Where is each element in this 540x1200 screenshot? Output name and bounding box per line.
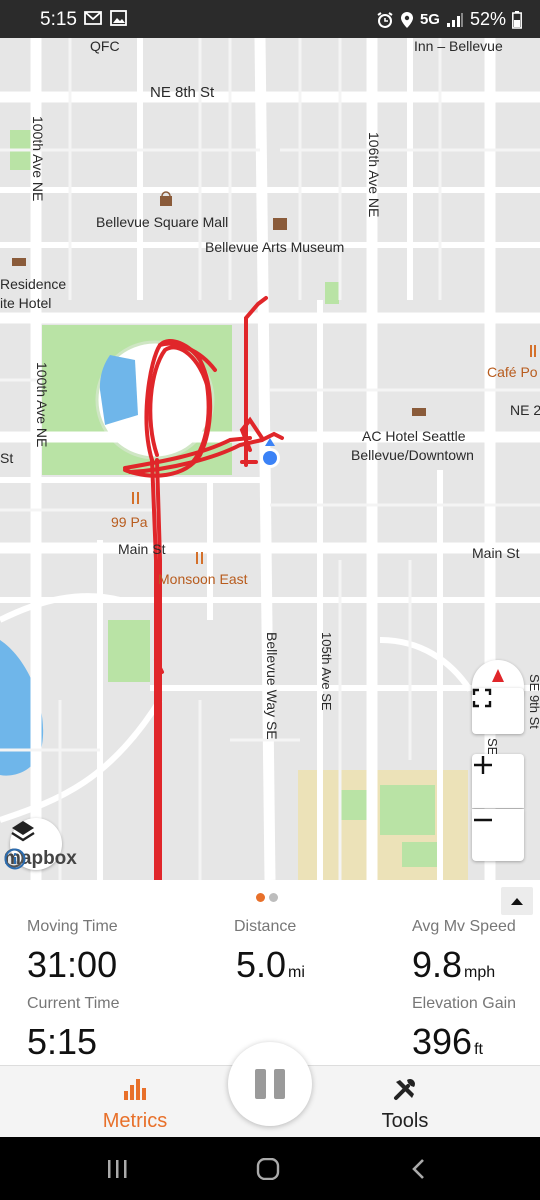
status-time: 5:15	[40, 9, 77, 30]
pause-icon-bar	[274, 1069, 285, 1099]
map-label-ne-2: NE 2	[510, 402, 540, 418]
map-label-105th-ave: 105th Ave SE	[319, 632, 334, 711]
map-label-inn: Inn – Bellevue	[414, 38, 503, 54]
current-time-value: 5:15	[27, 1021, 98, 1062]
pause-icon	[255, 1069, 266, 1099]
map-label-bellevue-way: Bellevue Way SE	[264, 632, 280, 740]
map-label-100th-ave: 100th Ave NE	[30, 116, 46, 202]
restaurant-icon	[530, 345, 536, 357]
pause-button[interactable]	[228, 1042, 312, 1126]
tools-icon	[394, 1079, 415, 1100]
museum-icon	[273, 218, 287, 230]
hotel-icon	[12, 258, 26, 266]
map-label-arts-museum: Bellevue Arts Museum	[205, 239, 345, 255]
map-view[interactable]: QFC Inn – Bellevue NE 8th St 100th Ave N…	[0, 38, 540, 880]
layers-icon	[11, 821, 35, 842]
avg-speed-metric: 9.8 mph	[412, 944, 495, 986]
map-label-ac-hotel-sub: Bellevue/Downtown	[351, 447, 474, 463]
avg-speed-label: Avg Mv Speed	[412, 918, 516, 935]
avg-speed-value: 9.8	[412, 944, 463, 985]
map-label-bellevue-square: Bellevue Square Mall	[96, 214, 229, 230]
alarm-icon	[377, 11, 393, 28]
page-dot	[269, 893, 278, 902]
status-bar: 5:15 5G 52%	[0, 0, 540, 38]
map-label-100th-ave-south: 100th Ave NE	[34, 362, 50, 448]
restaurant-icon	[196, 552, 203, 564]
network-type: 5G	[419, 11, 440, 28]
hotel-icon	[412, 408, 426, 416]
battery-icon	[512, 10, 522, 29]
bar-chart-icon	[124, 1079, 146, 1100]
back-icon[interactable]	[410, 1158, 426, 1180]
elevation-gain-value: 396	[412, 1021, 473, 1062]
caret-up-icon	[511, 898, 523, 905]
map-label-se-9th: SE 9th St	[527, 674, 540, 729]
avg-speed-unit: mph	[464, 964, 496, 981]
map-attribution: mapbox	[4, 848, 77, 870]
moving-time-label: Moving Time	[27, 918, 118, 935]
page-dot-active	[256, 893, 265, 902]
fullscreen-button[interactable]	[472, 688, 524, 734]
zoom-out-button[interactable]	[472, 809, 524, 861]
map-label-st: St	[0, 450, 14, 466]
park-area	[108, 620, 150, 682]
map-label-99-park: 99 Pa	[111, 514, 148, 530]
home-icon[interactable]	[256, 1158, 280, 1180]
map-label-monsoon: Monsoon East	[158, 571, 248, 587]
recent-apps-icon[interactable]	[106, 1159, 128, 1179]
map-label-qfc: QFC	[90, 38, 120, 54]
plus-icon	[474, 756, 492, 774]
elevation-gain-label: Elevation Gain	[412, 995, 517, 1012]
page-indicator[interactable]	[256, 893, 278, 902]
elevation-gain-unit: ft	[474, 1041, 483, 1058]
tab-tools[interactable]: Tools	[320, 1066, 490, 1138]
tab-metrics-label: Metrics	[102, 1110, 168, 1132]
map-label-ne-8th: NE 8th St	[150, 84, 215, 101]
map-label-residence-hotel: ite Hotel	[0, 295, 52, 311]
mail-icon	[84, 11, 102, 25]
distance-unit: mi	[288, 964, 305, 981]
moving-time-value: 31:00	[27, 944, 118, 985]
current-time-label: Current Time	[27, 995, 120, 1012]
distance-label: Distance	[234, 918, 297, 935]
map-label-residence: Residence	[0, 276, 67, 292]
map-label-cafe: Café Po	[487, 364, 538, 380]
shopping-bag-icon	[160, 191, 172, 206]
location-icon	[400, 11, 413, 28]
pond	[99, 355, 138, 425]
tab-metrics[interactable]: Metrics	[50, 1066, 220, 1138]
map-label-ac-hotel: AC Hotel Seattle	[362, 428, 466, 444]
info-icon[interactable]	[4, 848, 26, 870]
zoom-in-button[interactable]	[472, 754, 524, 808]
map-label-main-st-right: Main St	[472, 545, 520, 561]
fullscreen-icon	[472, 688, 492, 708]
elevation-gain-metric: 396 ft	[412, 1021, 483, 1063]
distance-value: 5.0	[236, 944, 287, 985]
map-label-main-st-left: Main St	[118, 541, 166, 557]
image-icon	[110, 10, 127, 26]
map-label-se: SE	[485, 738, 500, 756]
restaurant-icon	[132, 492, 139, 504]
distance-metric: 5.0 mi	[236, 944, 305, 986]
expand-panel-button[interactable]	[501, 887, 533, 915]
tab-tools-label: Tools	[381, 1110, 429, 1132]
system-nav-bar	[0, 1137, 540, 1200]
battery-percent: 52%	[469, 9, 506, 29]
signal-icon	[446, 12, 463, 27]
minus-icon	[474, 818, 492, 822]
map-label-106th-ave: 106th Ave NE	[366, 132, 382, 218]
